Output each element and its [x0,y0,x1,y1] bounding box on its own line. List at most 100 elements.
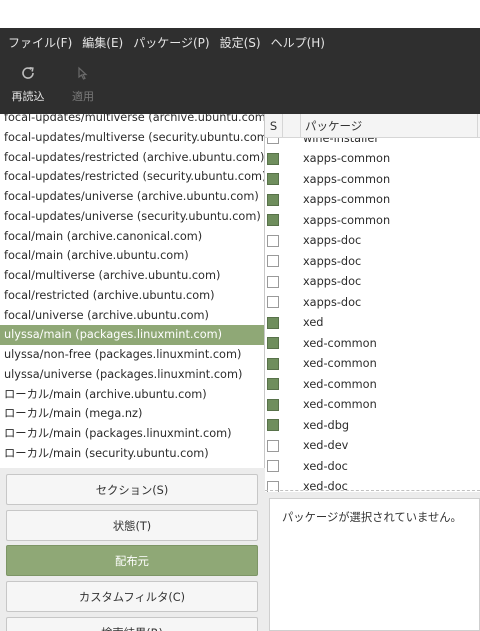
package-row[interactable]: xed [265,313,480,334]
filter-item[interactable]: ローカル/main (security.ubuntu.com) [0,444,264,464]
filter-item[interactable]: ulyssa/main (packages.linuxmint.com) [0,325,264,345]
reload-button[interactable]: 再読込 [0,62,56,108]
package-row[interactable]: xapps-common [265,210,480,231]
package-row[interactable]: xapps-common [265,190,480,211]
package-name: xapps-common [303,193,391,207]
package-row[interactable]: wine-installer [265,138,480,149]
package-row[interactable]: xapps-common [265,149,480,170]
filter-item[interactable]: focal-updates/restricted (archive.ubuntu… [0,148,264,168]
package-row[interactable]: xapps-doc [265,231,480,252]
not-installed-checkbox[interactable] [267,138,279,145]
package-name: xapps-doc [303,295,362,309]
menubar: ファイル(F) 編集(E) パッケージ(P) 設定(S) ヘルプ(H) [0,28,480,56]
filter-item[interactable]: focal/multiverse (archive.ubuntu.com) [0,266,264,286]
not-installed-checkbox[interactable] [267,255,279,268]
package-name: xapps-common [303,152,391,166]
filter-item[interactable]: focal/restricted (archive.ubuntu.com) [0,286,264,306]
filter-item[interactable]: focal-updates/multiverse (archive.ubuntu… [0,114,264,128]
filter-item[interactable]: focal/main (archive.ubuntu.com) [0,246,264,266]
package-name: xed-doc [303,459,348,473]
not-installed-checkbox[interactable] [267,439,279,452]
installed-checkbox[interactable] [267,214,279,227]
origin-button[interactable]: 配布元 [6,545,258,576]
apply-label: 適用 [72,90,94,103]
menu-edit[interactable]: 編集(E) [78,34,127,51]
installed-checkbox[interactable] [267,316,279,329]
apply-button[interactable]: 適用 [55,62,111,108]
package-name: xed-dev [303,439,349,453]
search-results-button[interactable]: 検索結果(R) [6,617,258,631]
custom-filters-button[interactable]: カスタムフィルタ(C) [6,581,258,612]
package-list-pane: S パッケージ wine-installer xapps-common xapps-… [265,114,480,492]
window-titlebar[interactable] [0,0,480,28]
package-row[interactable]: xed-common [265,395,480,416]
package-name: xed-common [303,357,377,371]
package-row[interactable]: xapps-doc [265,272,480,293]
installed-checkbox[interactable] [267,378,279,391]
package-name: xed [303,316,324,330]
package-row[interactable]: xed-common [265,374,480,395]
not-installed-checkbox[interactable] [267,275,279,288]
package-row[interactable]: xed-common [265,354,480,375]
package-name: xapps-doc [303,234,362,248]
installed-checkbox[interactable] [267,152,279,165]
package-row[interactable]: xed-common [265,333,480,354]
package-row[interactable]: xapps-doc [265,251,480,272]
filter-item[interactable]: ulyssa/universe (packages.linuxmint.com) [0,365,264,385]
installed-checkbox[interactable] [267,337,279,350]
menu-file[interactable]: ファイル(F) [4,34,76,51]
package-row[interactable]: xapps-common [265,169,480,190]
filter-item[interactable]: ulyssa/non-free (packages.linuxmint.com) [0,345,264,365]
reload-label: 再読込 [11,90,45,103]
package-row[interactable]: xed-dev [265,436,480,457]
toolbar: 再読込 適用 [0,56,480,114]
reload-icon [20,62,36,84]
filter-item[interactable]: focal/main (archive.canonical.com) [0,227,264,247]
package-name: xapps-doc [303,275,362,289]
package-name: xed-common [303,377,377,391]
filter-item[interactable]: focal/universe (archive.ubuntu.com) [0,306,264,326]
package-row[interactable]: xed-dbg [265,415,480,436]
package-name: xapps-common [303,172,391,186]
column-divider [477,114,478,138]
installed-checkbox[interactable] [267,193,279,206]
status-button[interactable]: 状態(T) [6,510,258,541]
package-name: xapps-doc [303,254,362,268]
menu-package[interactable]: パッケージ(P) [129,34,213,51]
package-row[interactable]: xapps-doc [265,292,480,313]
filter-item[interactable]: focal-updates/restricted (security.ubunt… [0,167,264,187]
filter-item[interactable]: ローカル/main (archive.ubuntu.com) [0,385,264,405]
sections-button[interactable]: セクション(S) [6,474,258,505]
package-row[interactable]: xed-doc [265,456,480,477]
filter-item[interactable]: focal-updates/universe (security.ubuntu.… [0,207,264,227]
marker-column-header[interactable] [283,114,301,138]
package-name: xed-common [303,336,377,350]
origin-filter-list[interactable]: focal-updates/multiverse (archive.ubuntu… [0,114,265,468]
package-column-header[interactable]: パッケージ [301,118,362,134]
apply-icon [75,62,91,84]
not-installed-checkbox[interactable] [267,460,279,473]
package-name: xapps-common [303,213,391,227]
installed-checkbox[interactable] [267,419,279,432]
package-name: wine-installer [303,138,379,145]
category-buttons: セクション(S) 状態(T) 配布元 カスタムフィルタ(C) 検索結果(R) [0,468,265,631]
package-list-header: S パッケージ [265,114,480,138]
filter-item[interactable]: ローカル/main (mega.nz) [0,404,264,424]
menu-settings[interactable]: 設定(S) [216,34,265,51]
installed-checkbox[interactable] [267,173,279,186]
not-installed-checkbox[interactable] [267,234,279,247]
filter-item[interactable]: focal-updates/universe (archive.ubuntu.c… [0,187,264,207]
package-rows: wine-installer xapps-common xapps-common xa… [265,138,480,492]
filter-item[interactable]: focal-updates/multiverse (security.ubunt… [0,128,264,148]
not-installed-checkbox[interactable] [267,296,279,309]
installed-checkbox[interactable] [267,357,279,370]
filter-item[interactable]: ローカル/main (packages.linuxmint.com) [0,424,264,444]
pane-separator [265,490,480,491]
package-name: xed-dbg [303,418,350,432]
description-text: パッケージが選択されていません。 [269,498,480,631]
status-column-header[interactable]: S [265,114,283,138]
installed-checkbox[interactable] [267,398,279,411]
menu-help[interactable]: ヘルプ(H) [267,34,329,51]
description-pane: パッケージが選択されていません。 [265,492,480,631]
package-name: xed-common [303,398,377,412]
